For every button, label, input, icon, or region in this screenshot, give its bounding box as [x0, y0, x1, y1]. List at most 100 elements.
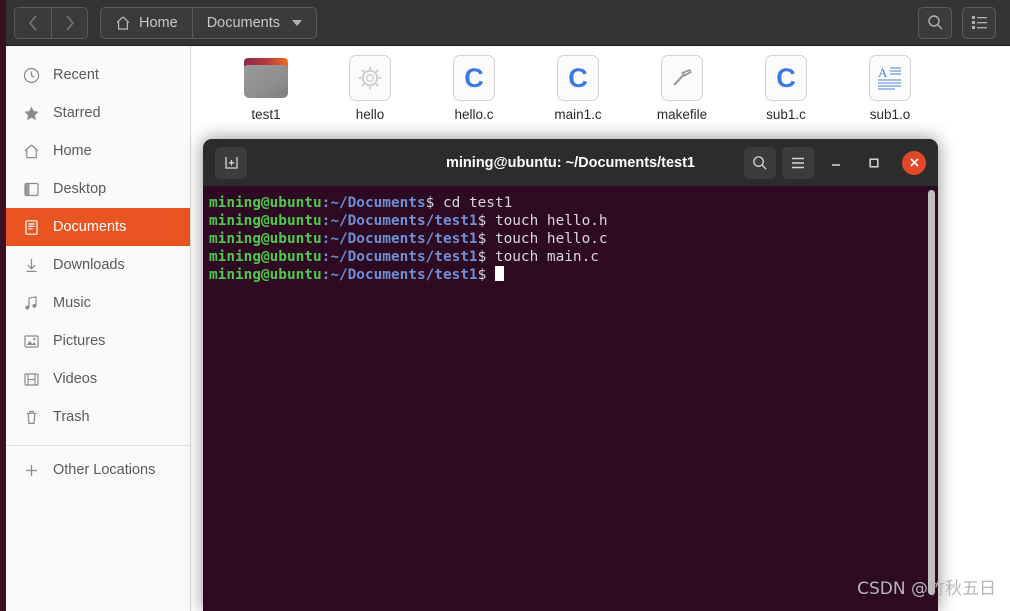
- terminal-output[interactable]: mining@ubuntu:~/Documents$ cd test1 mini…: [203, 186, 938, 611]
- sidebar-item-pictures[interactable]: Pictures: [6, 322, 190, 360]
- sidebar-item-recent[interactable]: Recent: [6, 56, 190, 94]
- new-tab-button[interactable]: [215, 146, 247, 179]
- terminal-command: touch hello.c: [486, 231, 608, 247]
- prompt-dollar: $: [477, 213, 487, 229]
- new-tab-icon: [224, 157, 238, 169]
- svg-text:A: A: [878, 65, 888, 80]
- file-item-makefile[interactable]: makefile: [630, 54, 734, 122]
- file-item-hello-c[interactable]: C hello.c: [422, 54, 526, 122]
- chevron-down-icon: [292, 19, 303, 26]
- terminal-line: mining@ubuntu:~/Documents/test1$ touch h…: [207, 212, 938, 230]
- sidebar-label-documents: Documents: [53, 219, 127, 235]
- sidebar-item-starred[interactable]: Starred: [6, 94, 190, 132]
- chevron-right-icon: [65, 15, 74, 30]
- clock-icon: [22, 66, 40, 84]
- prompt-separator: :: [321, 267, 331, 283]
- terminal-line: mining@ubuntu:~/Documents/test1$ touch m…: [207, 248, 938, 266]
- text-document-icon: A: [866, 54, 914, 102]
- terminal-window-controls: [744, 146, 928, 179]
- music-icon: [22, 294, 40, 312]
- chevron-left-icon: [29, 15, 37, 30]
- file-item-sub1-c[interactable]: C sub1.c: [734, 54, 838, 122]
- desktop-edge-stripe: [0, 0, 6, 611]
- prompt-separator: :: [321, 249, 331, 265]
- file-item-sub1-o[interactable]: A sub1.o: [838, 54, 942, 122]
- view-toggle-button[interactable]: [962, 6, 996, 39]
- close-icon: [909, 158, 919, 167]
- terminal-command: cd test1: [434, 195, 513, 211]
- breadcrumb-label-documents: Documents: [206, 14, 281, 31]
- file-item-test1[interactable]: test1: [214, 54, 318, 122]
- sidebar-item-documents[interactable]: Documents: [6, 208, 190, 246]
- prompt-dollar: $: [477, 267, 487, 283]
- prompt-dollar: $: [477, 231, 487, 247]
- file-manager-header: Home Documents: [0, 0, 1010, 46]
- sidebar-item-downloads[interactable]: Downloads: [6, 246, 190, 284]
- sidebar-label-pictures: Pictures: [53, 333, 106, 349]
- terminal-line: mining@ubuntu:~/Documents$ cd test1: [207, 194, 938, 212]
- terminal-scrollbar[interactable]: [928, 190, 935, 595]
- file-label: hello.c: [454, 107, 494, 122]
- breadcrumb-item-documents[interactable]: Documents: [191, 7, 317, 38]
- sidebar-item-other-locations[interactable]: Other Locations: [6, 451, 190, 489]
- sidebar-label-music: Music: [53, 295, 91, 311]
- forward-button[interactable]: [51, 7, 87, 38]
- search-button[interactable]: [918, 6, 952, 39]
- sidebar-item-home[interactable]: Home: [6, 132, 190, 170]
- prompt-user: mining@ubuntu: [209, 267, 322, 283]
- close-button[interactable]: [902, 150, 926, 175]
- prompt-path: ~/Documents/test1: [330, 231, 478, 247]
- sidebar-item-trash[interactable]: Trash: [6, 398, 190, 436]
- hamburger-menu-icon: [792, 157, 804, 168]
- maximize-icon: [869, 157, 879, 168]
- sidebar-divider: [6, 445, 190, 446]
- navigation-buttons: [14, 6, 88, 39]
- sidebar-item-music[interactable]: Music: [6, 284, 190, 322]
- file-item-main1-c[interactable]: C main1.c: [526, 54, 630, 122]
- plus-icon: [22, 461, 40, 479]
- prompt-separator: :: [321, 231, 331, 247]
- home-icon: [22, 142, 40, 160]
- home-icon: [116, 16, 130, 30]
- breadcrumb-item-home[interactable]: Home: [101, 7, 192, 38]
- desktop-icon: [22, 180, 40, 198]
- prompt-path: ~/Documents/test1: [330, 213, 478, 229]
- file-item-hello[interactable]: hello: [318, 54, 422, 122]
- terminal-search-button[interactable]: [744, 146, 776, 179]
- file-label: main1.c: [554, 107, 602, 122]
- sidebar-label-videos: Videos: [53, 371, 98, 387]
- prompt-user: mining@ubuntu: [209, 213, 322, 229]
- sidebar-item-videos[interactable]: Videos: [6, 360, 190, 398]
- minimize-icon: [832, 163, 840, 166]
- trash-icon: [22, 408, 40, 426]
- folder-icon: [242, 54, 290, 102]
- terminal-command: touch hello.h: [486, 213, 608, 229]
- search-icon: [927, 15, 942, 30]
- terminal-cursor: [494, 266, 504, 281]
- sidebar-label-desktop: Desktop: [53, 181, 107, 197]
- picture-icon: [22, 332, 40, 350]
- file-label: makefile: [656, 107, 708, 122]
- prompt-separator: :: [321, 213, 331, 229]
- watermark: CSDN @竹秋五日: [857, 579, 996, 599]
- prompt-dollar: $: [425, 195, 435, 211]
- prompt-path: ~/Documents/test1: [330, 249, 478, 265]
- star-icon: [22, 104, 40, 122]
- terminal-menu-button[interactable]: [782, 146, 814, 179]
- terminal-window: mining@ubuntu: ~/Documents/test1 mining@…: [203, 139, 938, 611]
- back-button[interactable]: [15, 7, 51, 38]
- file-grid-row: test1 hello C hello.c C main1.c makefile…: [192, 46, 1010, 122]
- sidebar-label-home: Home: [53, 143, 92, 159]
- file-label: sub1.o: [869, 107, 911, 122]
- minimize-button[interactable]: [820, 147, 852, 179]
- maximize-button[interactable]: [858, 147, 890, 179]
- makefile-hammer-icon: [658, 54, 706, 102]
- c-source-icon: C: [762, 54, 810, 102]
- terminal-titlebar[interactable]: mining@ubuntu: ~/Documents/test1: [203, 139, 938, 186]
- prompt-user: mining@ubuntu: [209, 249, 322, 265]
- terminal-line-active: mining@ubuntu:~/Documents/test1$: [207, 266, 938, 284]
- terminal-command: [486, 267, 495, 283]
- prompt-separator: :: [321, 195, 331, 211]
- sidebar-item-desktop[interactable]: Desktop: [6, 170, 190, 208]
- documents-icon: [22, 218, 40, 236]
